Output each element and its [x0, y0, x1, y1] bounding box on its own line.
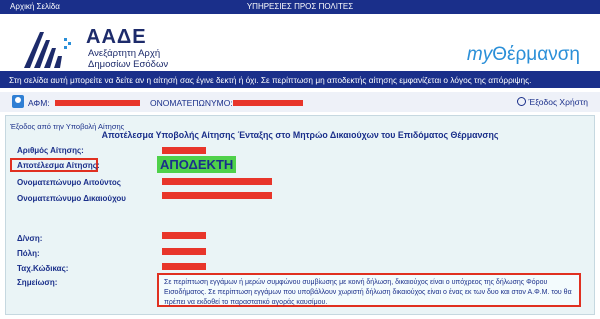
logout-button[interactable]: Έξοδος Χρήστη: [516, 97, 588, 107]
postal-code-redacted: [162, 263, 206, 270]
fullname-label: ΟΝΟΜΑΤΕΠΩΝΥΜΟ:: [150, 98, 233, 108]
afm-redacted: [55, 100, 140, 106]
brand-name: Θέρμανση: [492, 44, 580, 65]
header: ΑΑΔΕ Ανεξάρτητη Αρχή Δημοσίων Εσόδων myΘ…: [0, 14, 600, 72]
services-title: ΥΠΗΡΕΣΙΕΣ ΠΡΟΣ ΠΟΛΙΤΕΣ: [246, 2, 354, 11]
logout-icon: [516, 97, 526, 106]
org-subtitle-line2: Δημοσίων Εσόδων: [88, 59, 169, 70]
result-title: Αποτέλεσμα Υποβολής Αίτησης Ένταξης στο …: [101, 130, 499, 140]
address-label: Δ/νση:: [17, 234, 43, 243]
user-bar: ΑΦΜ: ΟΝΟΜΑΤΕΠΩΝΥΜΟ: Έξοδος Χρήστη: [0, 92, 600, 112]
address-redacted: [162, 232, 206, 239]
note-text: Σε περίπτωση εγγάμων ή μερών συμφώνου συ…: [157, 273, 581, 307]
city-redacted: [162, 248, 206, 255]
application-result-value: ΑΠΟΔΕΚΤΗ: [157, 156, 237, 173]
applicant-name-label: Ονοματεπώνυμο Αιτούντος: [17, 178, 121, 187]
org-name: ΑΑΔΕ: [86, 26, 147, 48]
application-result-label: Αποτέλεσμα Αίτησης:: [17, 161, 100, 170]
application-number-label: Αριθμός Αίτησης:: [17, 146, 84, 155]
fullname-redacted: [233, 100, 303, 106]
logout-label: Έξοδος Χρήστη: [528, 97, 588, 107]
top-bar: Αρχική Σελίδα ΥΠΗΡΕΣΙΕΣ ΠΡΟΣ ΠΟΛΙΤΕΣ: [0, 0, 600, 14]
brand-my: my: [466, 44, 493, 65]
aade-logo-icon: [20, 28, 74, 72]
beneficiary-name-redacted: [162, 192, 272, 199]
application-number-redacted: [162, 147, 206, 154]
org-subtitle-line1: Ανεξάρτητη Αρχή: [88, 48, 161, 59]
city-label: Πόλη:: [17, 249, 40, 258]
afm-label: ΑΦΜ:: [28, 98, 50, 108]
beneficiary-name-label: Ονοματεπώνυμο Δικαιούχου: [17, 194, 126, 203]
applicant-name-redacted: [162, 178, 272, 185]
info-message: Στη σελίδα αυτή μπορείτε να δείτε αν η α…: [0, 71, 600, 88]
mythermansi-brand: myΘέρμανση: [467, 44, 580, 66]
postal-code-label: Ταχ.Κώδικας:: [17, 264, 69, 273]
user-icon: [12, 95, 24, 108]
note-label: Σημείωση:: [17, 278, 58, 287]
